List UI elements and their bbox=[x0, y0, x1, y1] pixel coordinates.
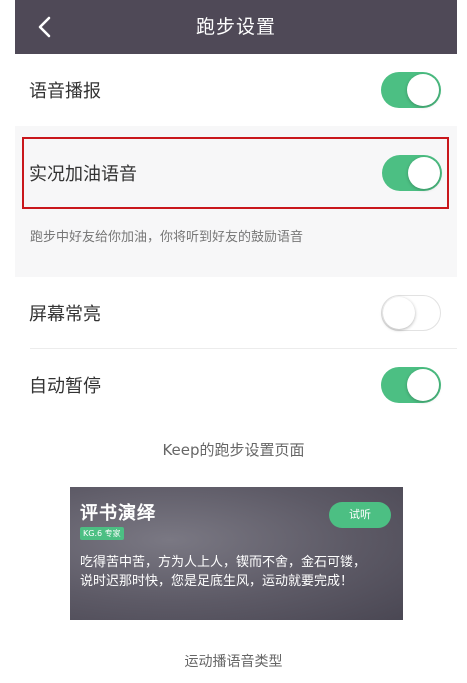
voice-type-card: 评书演绎 KG.6 专家 试听 吃得苦中苦，方为人上人，锲而不舍，金石可镂， 说… bbox=[70, 487, 403, 620]
cheer-hint-text: 跑步中好友给你加油，你将听到好友的鼓励语音 bbox=[30, 230, 304, 245]
settings-group-3: 屏幕常亮 自动暂停 bbox=[15, 277, 457, 421]
voice-card-title: 评书演绎 bbox=[80, 503, 156, 524]
setting-row-auto-pause: 自动暂停 bbox=[15, 349, 457, 421]
toggle-knob bbox=[383, 296, 415, 329]
setting-row-voice-broadcast: 语音播报 bbox=[15, 54, 457, 126]
highlight-annotation bbox=[22, 137, 449, 209]
toggle-knob bbox=[407, 74, 439, 106]
setting-label: 语音播报 bbox=[29, 81, 101, 102]
try-listen-button[interactable]: 试听 bbox=[329, 502, 391, 528]
quote-line-1: 吃得苦中苦，方为人上人，锲而不舍，金石可镂， bbox=[80, 555, 367, 570]
page-title: 跑步设置 bbox=[195, 16, 276, 38]
setting-label: 自动暂停 bbox=[29, 376, 101, 397]
screen-on-toggle[interactable] bbox=[381, 295, 441, 331]
voice-card-quote: 吃得苦中苦，方为人上人，锲而不舍，金石可镂， 说时迟那时快，您是足底生风，运动就… bbox=[80, 553, 398, 591]
voice-type-caption: 运动播语音类型 bbox=[184, 654, 283, 670]
setting-row-screen-on: 屏幕常亮 bbox=[15, 277, 457, 349]
auto-pause-toggle[interactable] bbox=[381, 367, 441, 403]
hint-area: 跑步中好友给你加油，你将听到好友的鼓励语音 bbox=[15, 209, 457, 277]
setting-label: 屏幕常亮 bbox=[29, 304, 101, 325]
settings-group-1: 语音播报 bbox=[15, 54, 457, 126]
voice-broadcast-toggle[interactable] bbox=[381, 72, 441, 108]
settings-caption: Keep的跑步设置页面 bbox=[162, 441, 305, 459]
header-bar: 跑步设置 bbox=[15, 0, 457, 54]
voice-card-badge: KG.6 专家 bbox=[80, 527, 124, 540]
quote-line-2: 说时迟那时快，您是足底生风，运动就要完成！ bbox=[80, 574, 354, 589]
toggle-knob bbox=[407, 369, 439, 401]
